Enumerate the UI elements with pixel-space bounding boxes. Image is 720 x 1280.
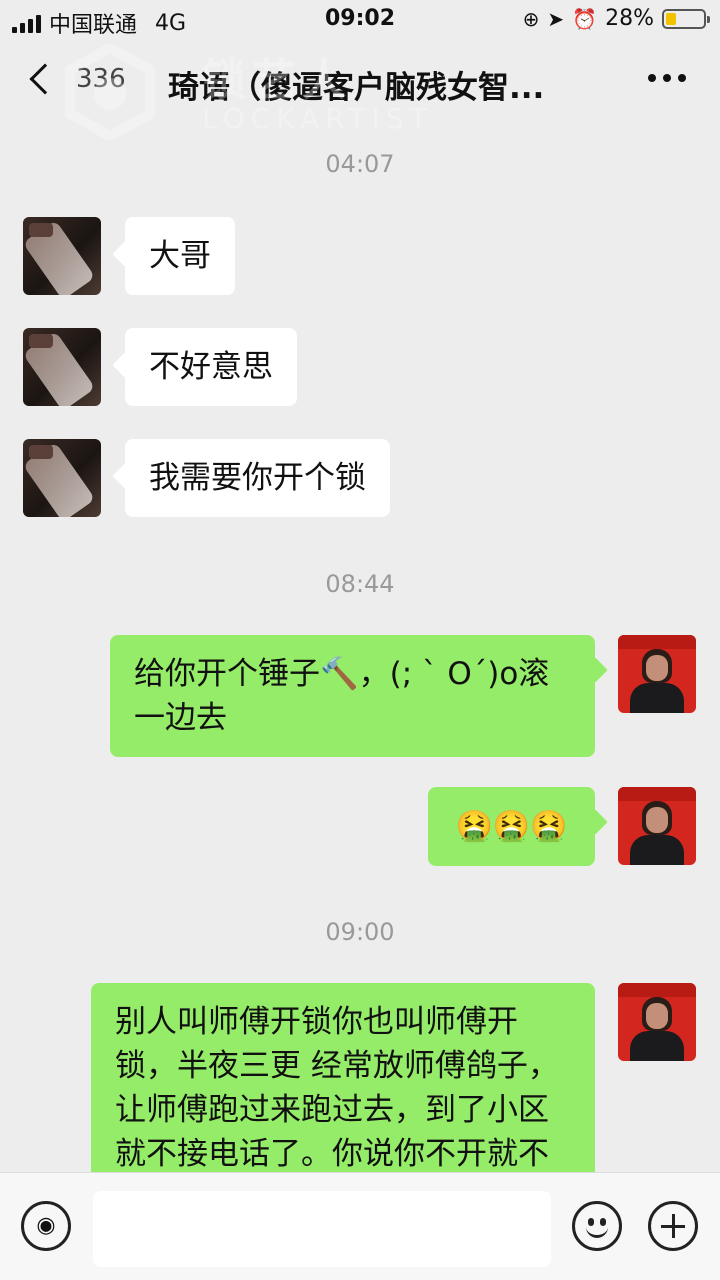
my-avatar[interactable]	[618, 635, 696, 713]
chat-title: 琦语（傻逼客户脑残女智...	[168, 70, 545, 106]
vomit-emoji: 🤮🤮🤮	[455, 809, 568, 844]
battery-fill	[666, 12, 677, 25]
input-bar: ◉	[0, 1172, 720, 1280]
message-bubble-received[interactable]: 大哥	[125, 217, 235, 295]
message-bubble-received[interactable]: 不好意思	[125, 328, 297, 406]
voice-icon[interactable]: ◉	[21, 1201, 71, 1251]
back-chevron-icon[interactable]	[29, 63, 61, 95]
friend-avatar[interactable]	[23, 439, 101, 517]
alarm-icon: ⏰	[572, 6, 598, 31]
timestamp: 04:07	[325, 150, 395, 178]
status-right: ⊕ ➤ ⏰ 28%	[522, 6, 710, 31]
location-icon: ➤	[547, 6, 565, 31]
friend-avatar[interactable]	[23, 328, 101, 406]
friend-avatar[interactable]	[23, 217, 101, 295]
unread-count[interactable]: 336	[76, 64, 126, 94]
timestamp: 08:44	[325, 570, 395, 598]
status-bar: 中国联通 4G 09:02 ⊕ ➤ ⏰ 28%	[0, 0, 720, 40]
timestamp: 09:00	[325, 918, 395, 946]
chat-header: 336 琦语（傻逼客户脑残女智...	[0, 40, 720, 124]
more-dots-icon[interactable]	[648, 74, 686, 82]
orientation-lock-icon: ⊕	[522, 6, 540, 31]
plus-icon[interactable]	[648, 1201, 698, 1251]
emoji-icon[interactable]	[572, 1201, 622, 1251]
message-bubble-received[interactable]: 我需要你开个锁	[125, 439, 390, 517]
battery-percent: 28%	[605, 6, 654, 31]
my-avatar[interactable]	[618, 787, 696, 865]
message-bubble-sent[interactable]: 🤮🤮🤮	[428, 787, 595, 866]
message-bubble-sent[interactable]: 给你开个锤子🔨，(; ` O´)o滚一边去	[110, 635, 595, 757]
message-input[interactable]	[93, 1191, 551, 1267]
battery-icon	[662, 8, 710, 29]
my-avatar[interactable]	[618, 983, 696, 1061]
